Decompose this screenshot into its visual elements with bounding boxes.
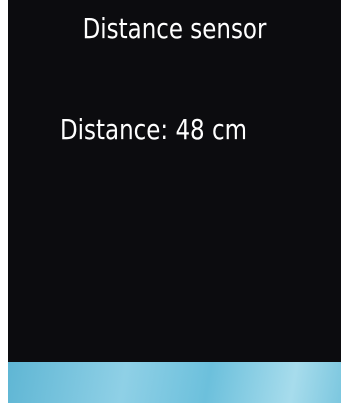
distance-label: Distance: (60, 113, 169, 146)
distance-value: 48 (175, 113, 205, 146)
display-screen: Distance sensor Distance: 48 cm (8, 0, 341, 362)
distance-unit: cm (211, 113, 247, 146)
device-frame: Distance sensor Distance: 48 cm (0, 0, 341, 403)
distance-readout: Distance: 48 cm (60, 113, 247, 146)
app-title: Distance sensor (82, 12, 267, 45)
bottom-bar (8, 362, 341, 403)
